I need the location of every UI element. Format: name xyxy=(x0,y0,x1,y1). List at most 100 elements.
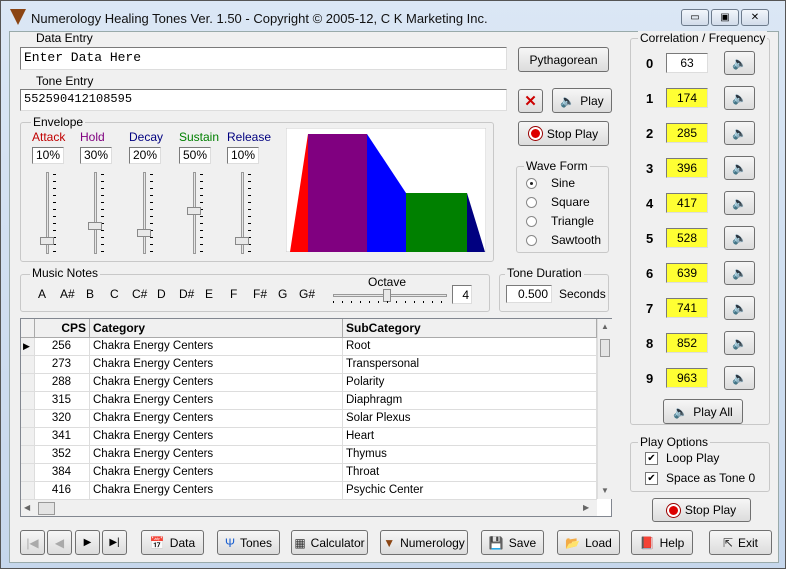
hold-slider[interactable] xyxy=(86,172,106,254)
row-selector[interactable] xyxy=(21,482,35,500)
frequency-input-5[interactable]: 528 xyxy=(666,228,708,248)
last-record-button[interactable]: ▶| xyxy=(102,530,127,555)
next-record-button[interactable]: ▶ xyxy=(75,530,100,555)
note-d-sharp[interactable]: D# xyxy=(177,287,196,301)
note-b[interactable]: B xyxy=(84,287,96,301)
row-selector[interactable] xyxy=(21,392,35,410)
cell-cps[interactable]: 352 xyxy=(35,446,90,464)
stop-play-button-2[interactable]: Stop Play xyxy=(652,498,751,522)
cell-subcategory[interactable]: Transpersonal xyxy=(343,356,597,374)
decay-input[interactable]: 20% xyxy=(129,147,161,164)
wave-sawtooth-radio[interactable] xyxy=(526,235,537,246)
frequency-input-9[interactable]: 963 xyxy=(666,368,708,388)
note-f-sharp[interactable]: F# xyxy=(251,287,269,301)
vertical-scrollbar[interactable]: ▲ ▼ xyxy=(597,319,612,499)
play-digit-5-button[interactable]: 🔈 xyxy=(724,226,755,250)
clear-button[interactable]: ✕ xyxy=(518,89,543,113)
play-digit-2-button[interactable]: 🔈 xyxy=(724,121,755,145)
frequency-input-6[interactable]: 639 xyxy=(666,263,708,283)
row-selector[interactable]: ▶ xyxy=(21,338,35,356)
previous-record-button[interactable]: ◀ xyxy=(47,530,72,555)
attack-slider[interactable] xyxy=(38,172,58,254)
hold-input[interactable]: 30% xyxy=(80,147,112,164)
play-digit-3-button[interactable]: 🔈 xyxy=(724,156,755,180)
frequency-input-8[interactable]: 852 xyxy=(666,333,708,353)
close-button[interactable]: ✕ xyxy=(741,9,769,26)
note-e[interactable]: E xyxy=(203,287,215,301)
help-button[interactable]: 📕 Help xyxy=(631,530,693,555)
play-digit-9-button[interactable]: 🔈 xyxy=(724,366,755,390)
row-selector[interactable] xyxy=(21,374,35,392)
column-header-subcategory[interactable]: SubCategory xyxy=(343,319,597,338)
frequency-input-0[interactable]: 63 xyxy=(666,53,708,73)
cell-cps[interactable]: 315 xyxy=(35,392,90,410)
cell-category[interactable]: Chakra Energy Centers xyxy=(90,338,343,356)
sustain-input[interactable]: 50% xyxy=(179,147,211,164)
cell-category[interactable]: Chakra Energy Centers xyxy=(90,410,343,428)
data-entry-input[interactable]: Enter Data Here xyxy=(20,47,507,70)
cell-subcategory[interactable]: Polarity xyxy=(343,374,597,392)
play-digit-4-button[interactable]: 🔈 xyxy=(724,191,755,215)
load-button[interactable]: 📂 Load xyxy=(557,530,620,555)
numerology-button[interactable]: ▼ Numerology xyxy=(380,530,468,555)
play-digit-1-button[interactable]: 🔈 xyxy=(724,86,755,110)
frequency-input-7[interactable]: 741 xyxy=(666,298,708,318)
note-a-sharp[interactable]: A# xyxy=(58,287,77,301)
cell-category[interactable]: Chakra Energy Centers xyxy=(90,392,343,410)
wave-triangle-radio[interactable] xyxy=(526,216,537,227)
octave-value[interactable]: 4 xyxy=(452,285,472,304)
row-selector[interactable] xyxy=(21,356,35,374)
row-selector[interactable] xyxy=(21,464,35,482)
first-record-button[interactable]: |◀ xyxy=(20,530,45,555)
scroll-left-icon[interactable]: ◀ xyxy=(24,503,30,512)
play-digit-6-button[interactable]: 🔈 xyxy=(724,261,755,285)
cell-category[interactable]: Chakra Energy Centers xyxy=(90,374,343,392)
play-digit-8-button[interactable]: 🔈 xyxy=(724,331,755,355)
pythagorean-button[interactable]: Pythagorean xyxy=(518,47,609,72)
cell-category[interactable]: Chakra Energy Centers xyxy=(90,482,343,500)
cell-cps[interactable]: 256 xyxy=(35,338,90,356)
cell-subcategory[interactable]: Solar Plexus xyxy=(343,410,597,428)
cell-cps[interactable]: 341 xyxy=(35,428,90,446)
note-d[interactable]: D xyxy=(155,287,168,301)
play-digit-0-button[interactable]: 🔈 xyxy=(724,51,755,75)
row-selector[interactable] xyxy=(21,410,35,428)
note-g[interactable]: G xyxy=(276,287,289,301)
cell-subcategory[interactable]: Root xyxy=(343,338,597,356)
scroll-down-icon[interactable]: ▼ xyxy=(601,486,609,495)
note-f[interactable]: F xyxy=(228,287,239,301)
scroll-up-icon[interactable]: ▲ xyxy=(601,322,609,331)
stop-play-button[interactable]: Stop Play xyxy=(518,121,609,146)
cell-subcategory[interactable]: Thymus xyxy=(343,446,597,464)
frequency-input-1[interactable]: 174 xyxy=(666,88,708,108)
loop-play-checkbox[interactable]: ✔ xyxy=(645,452,658,465)
note-g-sharp[interactable]: G# xyxy=(297,287,317,301)
note-c-sharp[interactable]: C# xyxy=(130,287,149,301)
row-selector[interactable] xyxy=(21,428,35,446)
horizontal-scroll-thumb[interactable] xyxy=(38,502,55,515)
wave-square-radio[interactable] xyxy=(526,197,537,208)
tone-duration-input[interactable]: 0.500 xyxy=(506,285,552,303)
play-button[interactable]: 🔈 Play xyxy=(552,88,612,113)
cell-category[interactable]: Chakra Energy Centers xyxy=(90,428,343,446)
decay-slider[interactable] xyxy=(135,172,155,254)
exit-button[interactable]: ⇱ Exit xyxy=(709,530,772,555)
cell-cps[interactable]: 384 xyxy=(35,464,90,482)
frequency-input-4[interactable]: 417 xyxy=(666,193,708,213)
tone-entry-input[interactable]: 552590412108595 xyxy=(20,89,507,111)
release-slider[interactable] xyxy=(233,172,253,254)
space-as-tone0-checkbox[interactable]: ✔ xyxy=(645,472,658,485)
maximize-button[interactable]: ▣ xyxy=(711,9,739,26)
column-header-cps[interactable]: CPS xyxy=(35,319,90,338)
cell-category[interactable]: Chakra Energy Centers xyxy=(90,446,343,464)
wave-sine-radio[interactable] xyxy=(526,178,537,189)
scroll-right-icon[interactable]: ▶ xyxy=(583,503,589,512)
horizontal-scrollbar[interactable]: ◀ ▶ xyxy=(21,499,597,516)
save-button[interactable]: 💾 Save xyxy=(481,530,544,555)
cell-subcategory[interactable]: Diaphragm xyxy=(343,392,597,410)
attack-input[interactable]: 10% xyxy=(32,147,64,164)
cell-cps[interactable]: 320 xyxy=(35,410,90,428)
octave-slider[interactable] xyxy=(333,289,447,305)
row-selector[interactable] xyxy=(21,446,35,464)
cell-category[interactable]: Chakra Energy Centers xyxy=(90,356,343,374)
